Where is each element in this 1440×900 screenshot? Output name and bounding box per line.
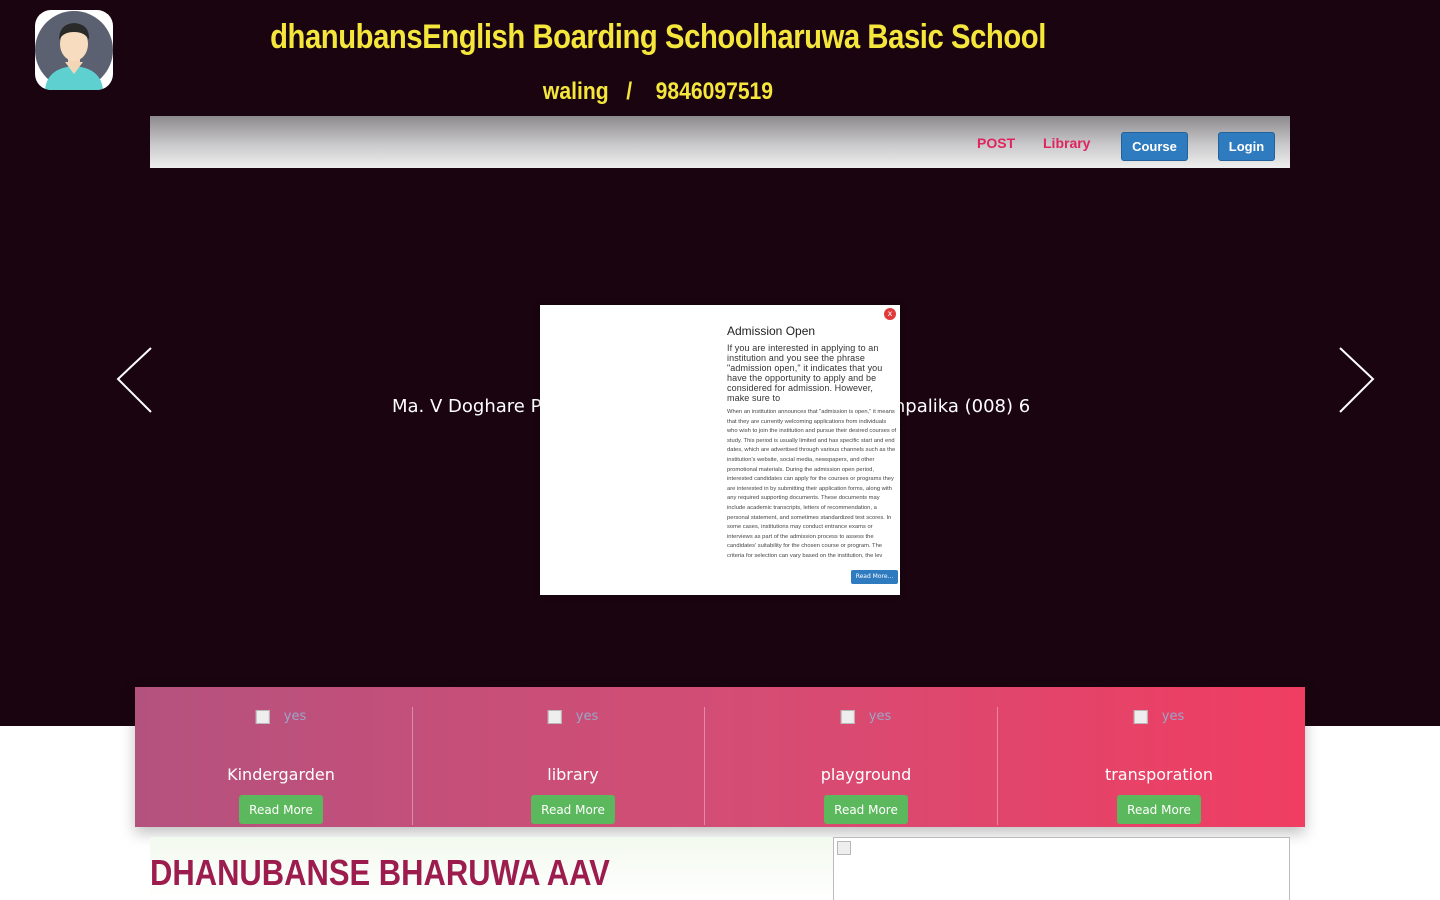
popup-title: Admission Open (727, 324, 816, 338)
school-contact: waling / 9846097519 (211, 78, 1105, 106)
service-card-library: yes library Read More (427, 687, 719, 827)
broken-image-icon (255, 709, 270, 724)
image-alt-text: yes (1161, 709, 1185, 724)
separator: / (626, 78, 633, 105)
service-card-kindergarden: yes Kindergarden Read More (135, 687, 427, 827)
chevron-right-icon[interactable] (1336, 346, 1376, 414)
service-title: Kindergarden (227, 765, 335, 784)
service-card-transporation: yes transporation Read More (1013, 687, 1305, 827)
service-title: playground (820, 765, 912, 784)
image-alt-text: yes (868, 709, 892, 724)
nav-library-link[interactable]: Library (1043, 135, 1090, 151)
divider (412, 707, 413, 825)
broken-image-icon (547, 709, 562, 724)
divider (997, 707, 998, 825)
admission-popup: x Admission Open If you are interested i… (540, 305, 900, 595)
read-more-button[interactable]: Read More (824, 795, 908, 824)
image-alt-text: yes (575, 709, 599, 724)
location-text: waling (542, 78, 609, 105)
read-more-button[interactable]: Read More (1117, 795, 1201, 824)
course-button[interactable]: Course (1121, 132, 1188, 161)
nav-post-link[interactable]: POST (977, 135, 1015, 151)
popup-lead-text: If you are interested in applying to an … (727, 343, 883, 403)
divider (704, 707, 705, 825)
phone-number: 9846097519 (655, 78, 774, 105)
section-image (833, 837, 1290, 900)
services-bar: yes Kindergarden Read More yes library R… (135, 687, 1305, 827)
read-more-button[interactable]: Read More (239, 795, 323, 824)
broken-image-icon (1133, 709, 1148, 724)
chevron-left-icon[interactable] (115, 346, 155, 414)
popup-read-more-button[interactable]: Read More... (851, 570, 898, 584)
broken-image-icon (840, 709, 855, 724)
close-icon[interactable]: x (884, 308, 896, 320)
login-button[interactable]: Login (1218, 132, 1275, 161)
avatar[interactable] (35, 10, 113, 90)
popup-body-text: When an institution announces that "admi… (727, 409, 897, 559)
service-card-playground: yes playground Read More (720, 687, 1012, 827)
service-title: transporation (1104, 765, 1214, 784)
image-alt-text: yes (283, 709, 307, 724)
broken-image-icon (837, 841, 851, 855)
service-image: yes (840, 709, 892, 724)
service-image: yes (547, 709, 599, 724)
school-title: dhanubansEnglish Boarding Schoolharuwa B… (270, 18, 1046, 56)
service-image: yes (255, 709, 307, 724)
main-navbar: POST Library Course Login (150, 116, 1290, 168)
service-title: library (547, 765, 599, 784)
section-title: DHANUBANSE BHARUWA AAV (150, 852, 610, 893)
user-avatar-icon (35, 11, 113, 90)
read-more-button[interactable]: Read More (531, 795, 615, 824)
service-image: yes (1133, 709, 1185, 724)
